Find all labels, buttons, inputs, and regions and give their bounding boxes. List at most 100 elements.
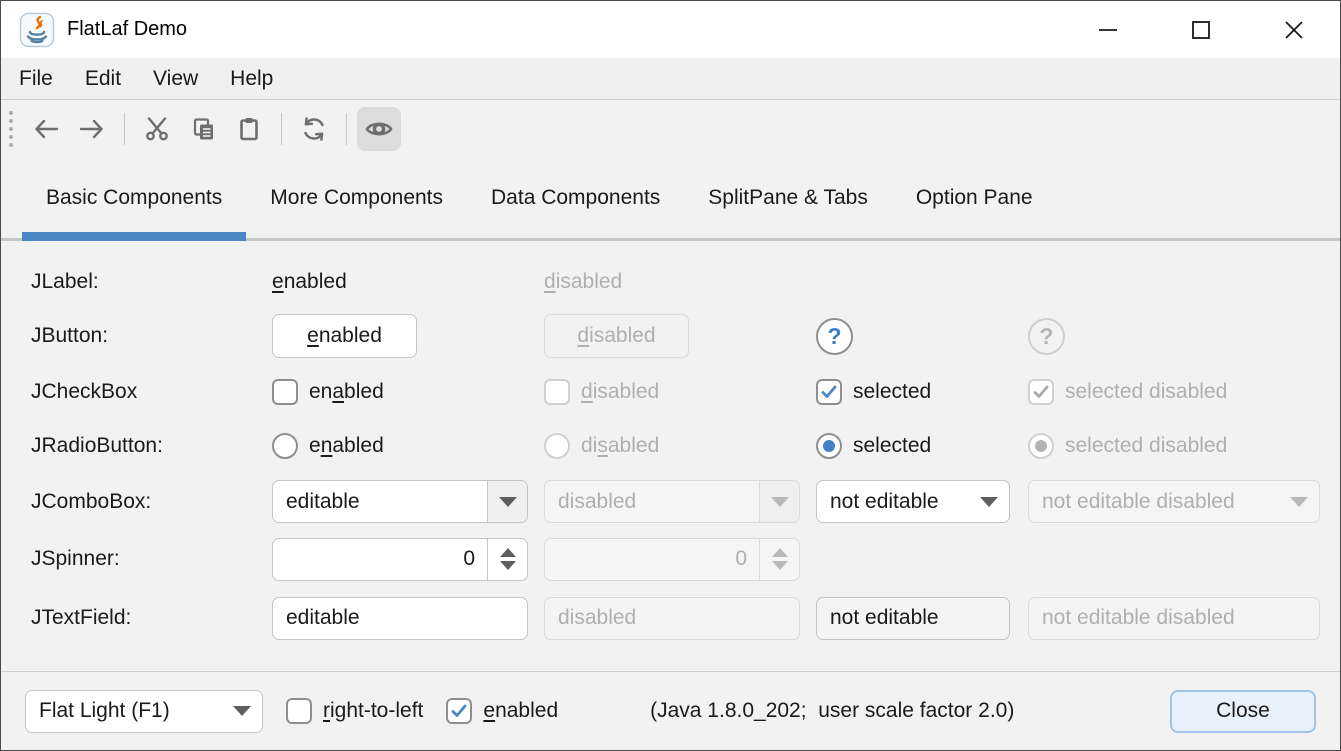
- menu-edit[interactable]: Edit: [69, 58, 137, 99]
- minimize-button[interactable]: [1061, 1, 1154, 58]
- combobox-arrow-button[interactable]: [969, 481, 1009, 522]
- cut-button[interactable]: [135, 107, 179, 151]
- maximize-button[interactable]: [1154, 1, 1247, 58]
- checkmark-icon: [820, 383, 838, 401]
- back-arrow-icon: [32, 115, 60, 143]
- spinner-down-icon[interactable]: [500, 561, 516, 570]
- cut-scissors-icon: [143, 115, 171, 143]
- checkbox-selected[interactable]: selected: [816, 379, 931, 405]
- chevron-down-icon: [1290, 497, 1308, 507]
- forward-button[interactable]: [70, 107, 114, 151]
- close-button[interactable]: Close: [1170, 690, 1316, 733]
- combobox-arrow-button[interactable]: [487, 481, 527, 522]
- combobox-not-editable-disabled: not editable disabled: [1028, 480, 1320, 523]
- control-bar: Flat Light (F1) right-to-left enabled (J…: [1, 671, 1340, 750]
- refresh-icon: [300, 115, 328, 143]
- radio-circle-selected: [1028, 433, 1054, 459]
- forward-arrow-icon: [78, 115, 106, 143]
- checkbox-disabled: disabled: [544, 379, 659, 405]
- jtextfield-row-label: JTextField:: [31, 588, 272, 648]
- textfield-disabled: disabled: [544, 597, 800, 640]
- right-to-left-checkbox[interactable]: right-to-left: [286, 698, 423, 724]
- spinner-down-icon: [772, 561, 788, 570]
- copy-button[interactable]: [181, 107, 225, 151]
- radio-circle-selected: [816, 433, 842, 459]
- look-and-feel-combobox[interactable]: Flat Light (F1): [25, 690, 263, 733]
- jbutton-row-label: JButton:: [31, 307, 272, 365]
- textfield-not-editable-disabled: not editable disabled: [1028, 597, 1320, 640]
- show-toggle-button[interactable]: [357, 107, 401, 151]
- eye-icon: [364, 114, 394, 144]
- radio-circle: [544, 433, 570, 459]
- menu-view[interactable]: View: [137, 58, 214, 99]
- chevron-down-icon: [980, 497, 998, 507]
- radio-enabled[interactable]: enabled: [272, 433, 384, 459]
- jbutton-enabled[interactable]: enabled: [272, 314, 417, 358]
- checkbox-box: [544, 379, 570, 405]
- status-text: (Java 1.8.0_202; user scale factor 2.0): [650, 699, 1014, 723]
- spinner-up-icon: [772, 548, 788, 557]
- tab-data-components[interactable]: Data Components: [467, 157, 684, 238]
- checkbox-box: [272, 379, 298, 405]
- title-bar: FlatLaf Demo: [1, 1, 1340, 58]
- toolbar-separator: [281, 113, 282, 145]
- selected-tab-underline: [22, 232, 246, 241]
- chevron-down-icon: [233, 706, 251, 716]
- copy-icon: [189, 115, 217, 143]
- basic-components-panel: JLabel: enabled disabled JButton: enable…: [1, 241, 1340, 671]
- radio-disabled: disabled: [544, 433, 659, 459]
- tab-bar: Basic Components More Components Data Co…: [1, 157, 1340, 241]
- menu-help[interactable]: Help: [214, 58, 289, 99]
- jlabel-row-label: JLabel:: [31, 257, 272, 307]
- combobox-editable[interactable]: editable: [272, 480, 528, 523]
- chevron-down-icon: [499, 497, 517, 507]
- help-button-enabled[interactable]: ?: [816, 318, 853, 355]
- combobox-arrow-button[interactable]: [222, 691, 262, 732]
- tab-option-pane[interactable]: Option Pane: [892, 157, 1057, 238]
- tab-splitpane-tabs[interactable]: SplitPane & Tabs: [684, 157, 892, 238]
- toolbar-grip-handle[interactable]: [9, 111, 13, 147]
- combobox-arrow-button: [1279, 481, 1319, 522]
- checkbox-box-checked: [446, 698, 472, 724]
- radio-circle: [272, 433, 298, 459]
- window-controls: [1061, 1, 1340, 58]
- menu-bar: File Edit View Help: [1, 58, 1340, 100]
- checkmark-icon: [1032, 383, 1050, 401]
- spinner-up-icon[interactable]: [500, 548, 516, 557]
- combobox-disabled: disabled: [544, 480, 800, 523]
- toolbar-separator: [124, 113, 125, 145]
- java-logo-icon: [19, 12, 55, 48]
- tab-more-components[interactable]: More Components: [246, 157, 467, 238]
- jcombobox-row-label: JComboBox:: [31, 473, 272, 530]
- textfield-editable[interactable]: editable: [272, 597, 528, 640]
- toolbar: [1, 100, 1340, 157]
- textfield-not-editable[interactable]: not editable: [816, 597, 1010, 640]
- checkbox-box-checked: [816, 379, 842, 405]
- radio-selected[interactable]: selected: [816, 433, 931, 459]
- checkmark-icon: [450, 702, 468, 720]
- checkbox-enabled[interactable]: enabled: [272, 379, 384, 405]
- checkbox-box: [286, 698, 312, 724]
- menu-file[interactable]: File: [3, 58, 69, 99]
- enabled-checkbox[interactable]: enabled: [446, 698, 558, 724]
- jcheckbox-row-label: JCheckBox: [31, 365, 272, 419]
- jlabel-enabled: enabled: [272, 270, 347, 294]
- paste-clipboard-icon: [235, 115, 263, 143]
- chevron-down-icon: [771, 497, 789, 507]
- spinner-buttons: [759, 539, 799, 580]
- help-button-disabled: ?: [1028, 318, 1065, 355]
- jbutton-disabled: disabled: [544, 314, 689, 358]
- jlabel-disabled: disabled: [544, 270, 622, 294]
- spinner-buttons[interactable]: [487, 539, 527, 580]
- checkbox-box-checked: [1028, 379, 1054, 405]
- combobox-not-editable[interactable]: not editable: [816, 480, 1010, 523]
- tab-basic-components[interactable]: Basic Components: [22, 157, 246, 238]
- refresh-button[interactable]: [292, 107, 336, 151]
- radio-selected-disabled: selected disabled: [1028, 433, 1227, 459]
- back-button[interactable]: [24, 107, 68, 151]
- close-window-button[interactable]: [1247, 1, 1340, 58]
- checkbox-selected-disabled: selected disabled: [1028, 379, 1227, 405]
- jspinner-row-label: JSpinner:: [31, 530, 272, 588]
- paste-button[interactable]: [227, 107, 271, 151]
- spinner-enabled[interactable]: 0: [272, 538, 528, 581]
